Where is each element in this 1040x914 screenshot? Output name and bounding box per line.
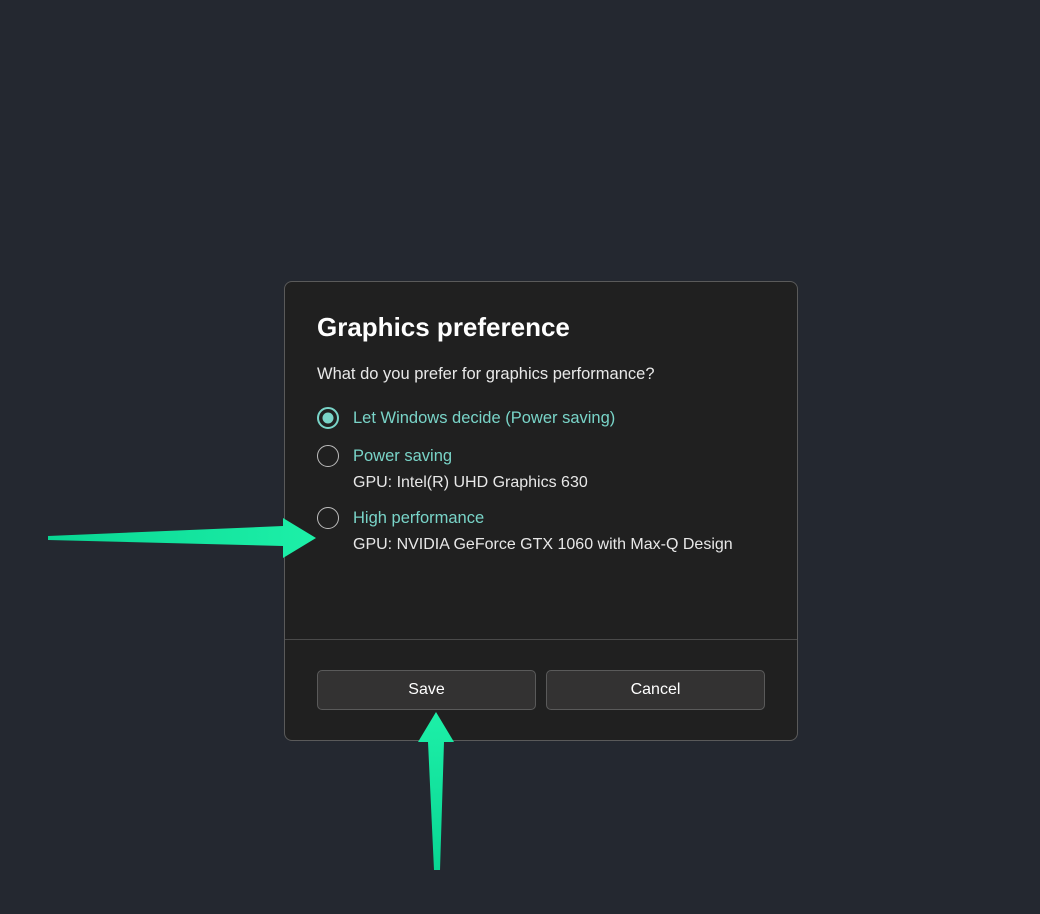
option-detail: GPU: NVIDIA GeForce GTX 1060 with Max-Q … xyxy=(353,536,733,554)
option-body: Power saving GPU: Intel(R) UHD Graphics … xyxy=(353,444,588,492)
option-high-performance[interactable]: High performance GPU: NVIDIA GeForce GTX… xyxy=(317,506,765,554)
dialog-title: Graphics preference xyxy=(317,312,765,343)
option-body: Let Windows decide (Power saving) xyxy=(353,406,615,430)
radio-unselected-icon xyxy=(317,507,339,529)
radio-selected-icon xyxy=(317,407,339,429)
option-detail: GPU: Intel(R) UHD Graphics 630 xyxy=(353,474,588,492)
cancel-button[interactable]: Cancel xyxy=(546,670,765,710)
save-button[interactable]: Save xyxy=(317,670,536,710)
annotation-arrow-right-icon xyxy=(48,508,318,568)
option-label: Let Windows decide (Power saving) xyxy=(353,407,615,430)
option-body: High performance GPU: NVIDIA GeForce GTX… xyxy=(353,506,733,554)
option-power-saving[interactable]: Power saving GPU: Intel(R) UHD Graphics … xyxy=(317,444,765,492)
option-label: Power saving xyxy=(353,445,588,468)
dialog-footer: Save Cancel xyxy=(285,639,797,740)
radio-unselected-icon xyxy=(317,445,339,467)
dialog-question: What do you prefer for graphics performa… xyxy=(317,365,765,384)
option-label: High performance xyxy=(353,507,733,530)
dialog-body: Graphics preference What do you prefer f… xyxy=(285,282,797,639)
graphics-preference-dialog: Graphics preference What do you prefer f… xyxy=(284,281,798,741)
option-let-windows-decide[interactable]: Let Windows decide (Power saving) xyxy=(317,406,765,430)
